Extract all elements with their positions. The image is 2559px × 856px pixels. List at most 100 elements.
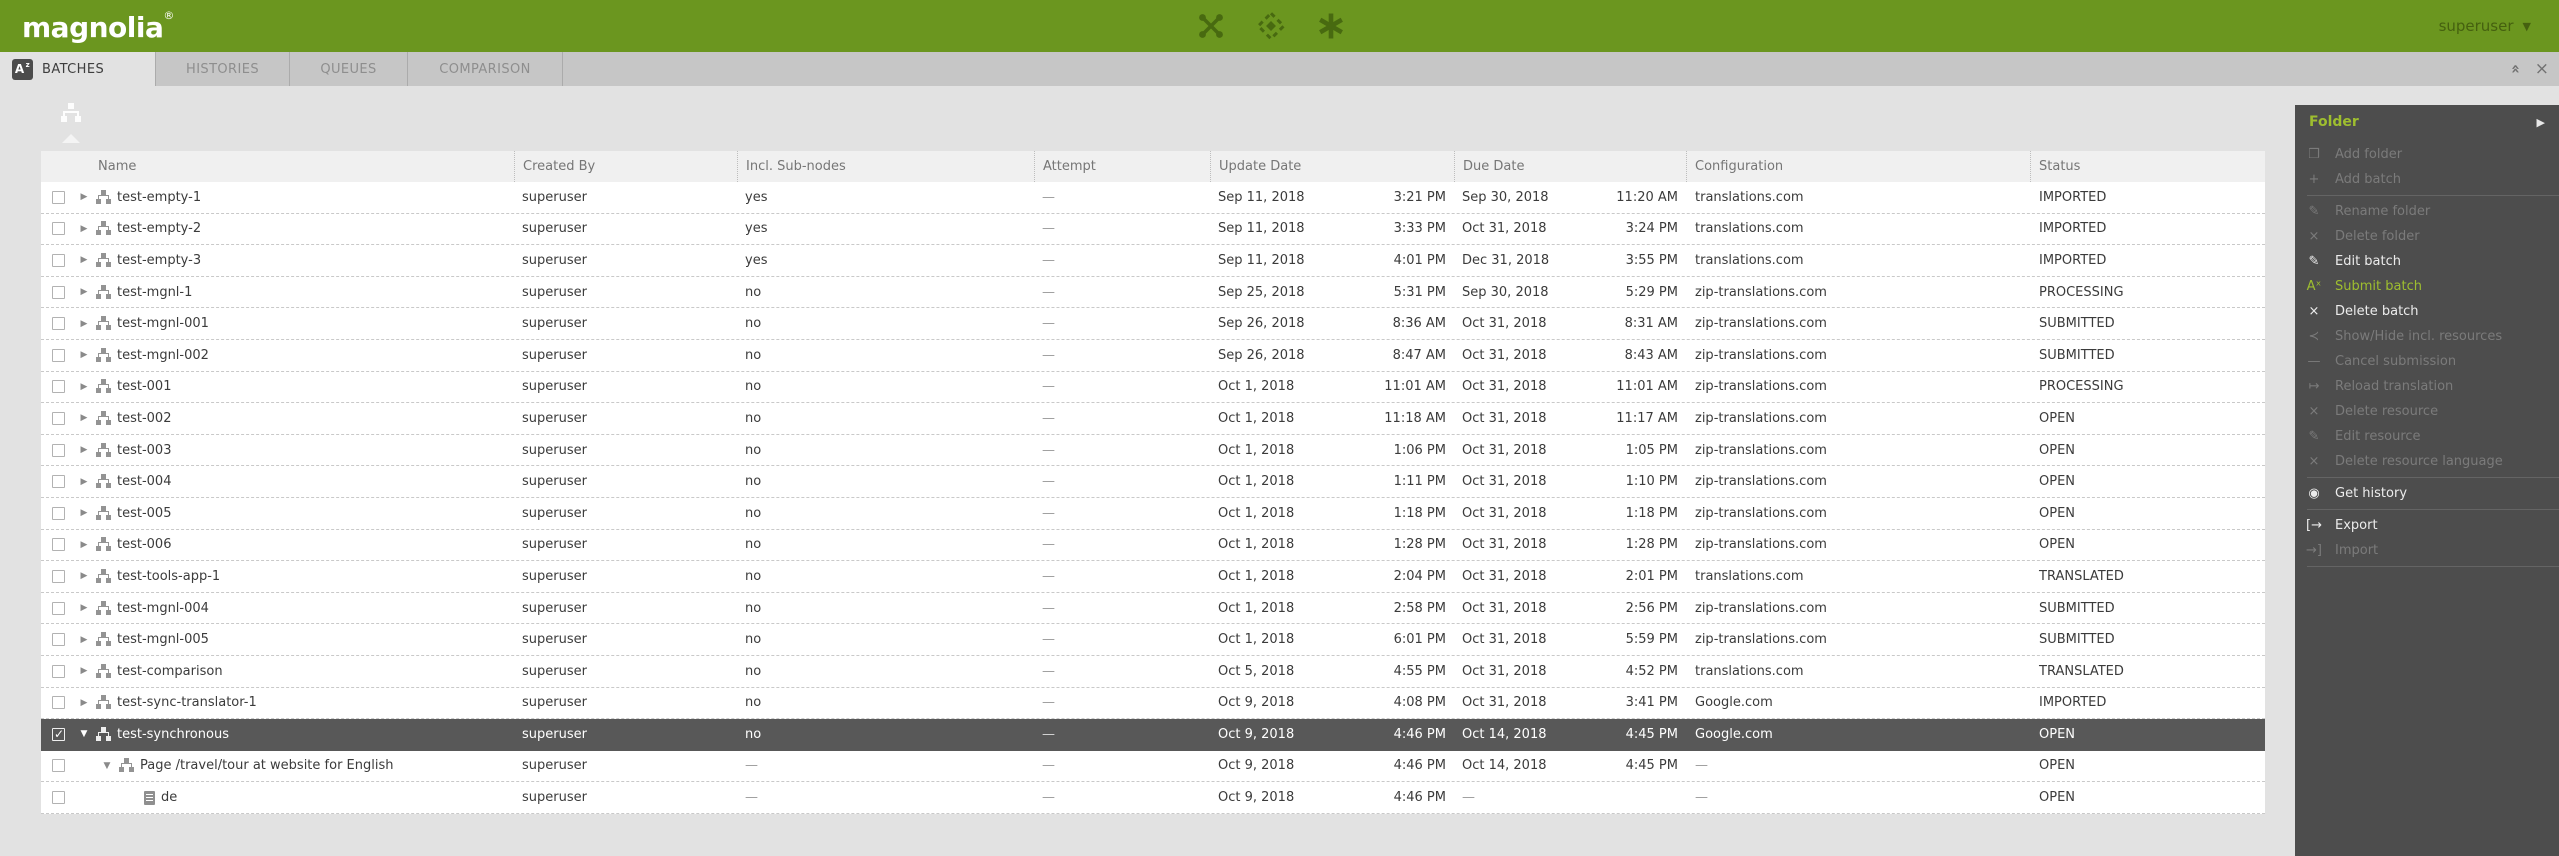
row-checkbox[interactable] — [52, 507, 65, 520]
expand-arrow-icon[interactable]: ▶ — [77, 255, 91, 265]
batch-tree-icon — [96, 221, 111, 236]
expand-arrow-icon[interactable]: ▶ — [77, 477, 91, 487]
row-checkbox[interactable] — [52, 728, 65, 741]
table-row[interactable]: ▶ test-sync-translator-1 superuser no — … — [41, 688, 2265, 720]
expand-arrow-icon[interactable]: ▶ — [77, 540, 91, 550]
expand-arrow-icon[interactable]: ▶ — [77, 192, 91, 202]
row-checkbox[interactable] — [52, 349, 65, 362]
expand-arrow-icon[interactable]: ▶ — [77, 319, 91, 329]
table-row[interactable]: ▼ test-synchronous superuser no — Oct 9,… — [41, 719, 2265, 751]
close-app-icon[interactable]: × — [2535, 59, 2549, 79]
update-date-cell: Oct 1, 20181:11 PM — [1210, 466, 1454, 497]
connector-icon[interactable] — [1196, 11, 1226, 41]
action-export[interactable]: [→ Export — [2295, 513, 2559, 538]
table-row[interactable]: ▼ Page /travel/tour at website for Engli… — [41, 751, 2265, 783]
row-checkbox[interactable] — [52, 444, 65, 457]
row-checkbox[interactable] — [52, 380, 65, 393]
row-checkbox[interactable] — [52, 791, 65, 804]
row-checkbox[interactable] — [52, 665, 65, 678]
expand-arrow-icon[interactable]: ▶ — [77, 603, 91, 613]
attempt-cell: — — [1034, 498, 1210, 529]
due-date-cell: Oct 31, 20188:31 AM — [1454, 308, 1686, 339]
column-header-configuration[interactable]: Configuration — [1686, 151, 2030, 182]
expand-arrow-icon[interactable]: ▶ — [77, 287, 91, 297]
expand-arrow-icon[interactable]: ▶ — [77, 224, 91, 234]
sub-nodes-cell: — — [737, 751, 1034, 782]
row-checkbox[interactable] — [52, 538, 65, 551]
table-row[interactable]: ▶ test-006 superuser no — Oct 1, 20181:2… — [41, 530, 2265, 562]
row-checkbox[interactable] — [52, 286, 65, 299]
expand-arrow-icon[interactable]: ▶ — [77, 445, 91, 455]
row-checkbox[interactable] — [52, 602, 65, 615]
table-row[interactable]: ▶ test-tools-app-1 superuser no — Oct 1,… — [41, 561, 2265, 593]
asterisk-icon[interactable] — [1316, 11, 1346, 41]
table-row[interactable]: ▶ test-001 superuser no — Oct 1, 201811:… — [41, 372, 2265, 404]
row-checkbox[interactable] — [52, 696, 65, 709]
table-row[interactable]: ▶ test-empty-3 superuser yes — Sep 11, 2… — [41, 245, 2265, 277]
status-cell: SUBMITTED — [2030, 593, 2265, 624]
expand-arrow-icon[interactable]: ▶ — [77, 698, 91, 708]
status-cell: OPEN — [2030, 403, 2265, 434]
tab-queues[interactable]: QUEUES — [290, 52, 408, 86]
table-row[interactable]: ▶ test-mgnl-004 superuser no — Oct 1, 20… — [41, 593, 2265, 625]
table-row[interactable]: de superuser — — Oct 9, 20184:46 PM — — … — [41, 782, 2265, 814]
column-header-due-date[interactable]: Due Date — [1454, 151, 1686, 182]
table-row[interactable]: ▶ test-mgnl-005 superuser no — Oct 1, 20… — [41, 624, 2265, 656]
sub-nodes-cell: no — [737, 403, 1034, 434]
column-header-created-by[interactable]: Created By — [514, 151, 737, 182]
row-checkbox[interactable] — [52, 254, 65, 267]
expand-arrow-icon[interactable]: ▶ — [77, 666, 91, 676]
diamond-pattern-icon[interactable] — [1256, 11, 1286, 41]
action-submit-batch[interactable]: Aˣ Submit batch — [2295, 274, 2559, 299]
action-get-history[interactable]: ◉ Get history — [2295, 481, 2559, 506]
expand-arrow-icon[interactable]: ▶ — [77, 571, 91, 581]
pencil-icon: ✎ — [2301, 204, 2327, 219]
table-row[interactable]: ▶ test-002 superuser no — Oct 1, 201811:… — [41, 403, 2265, 435]
column-header-update-date[interactable]: Update Date — [1210, 151, 1454, 182]
table-row[interactable]: ▶ test-003 superuser no — Oct 1, 20181:0… — [41, 435, 2265, 467]
user-menu[interactable]: superuser ▼ — [2439, 0, 2531, 52]
due-date-cell: Oct 31, 20183:41 PM — [1454, 688, 1686, 719]
action-delete-batch[interactable]: × Delete batch — [2295, 299, 2559, 324]
table-row[interactable]: ▶ test-004 superuser no — Oct 1, 20181:1… — [41, 466, 2265, 498]
row-checkbox[interactable] — [52, 759, 65, 772]
expand-arrow-icon[interactable]: ▶ — [77, 413, 91, 423]
row-checkbox[interactable] — [52, 633, 65, 646]
tab-histories[interactable]: HISTORIES — [155, 52, 290, 86]
row-checkbox[interactable] — [52, 570, 65, 583]
expand-arrow-icon[interactable]: ▶ — [77, 508, 91, 518]
action-edit-batch[interactable]: ✎ Edit batch — [2295, 249, 2559, 274]
column-header-status[interactable]: Status — [2030, 151, 2265, 182]
expand-arrow-icon[interactable]: ▶ — [77, 382, 91, 392]
table-row[interactable]: ▶ test-comparison superuser no — Oct 5, … — [41, 656, 2265, 688]
row-checkbox[interactable] — [52, 317, 65, 330]
row-checkbox[interactable] — [52, 412, 65, 425]
table-row[interactable]: ▶ test-005 superuser no — Oct 1, 20181:1… — [41, 498, 2265, 530]
table-row[interactable]: ▶ test-empty-2 superuser yes — Sep 11, 2… — [41, 214, 2265, 246]
expand-arrow-icon[interactable]: ▶ — [77, 350, 91, 360]
batch-tree-icon — [96, 601, 111, 616]
table-row[interactable]: ▶ test-empty-1 superuser yes — Sep 11, 2… — [41, 182, 2265, 214]
batch-tree-icon — [96, 695, 111, 710]
expand-arrow-icon[interactable]: ▼ — [77, 729, 91, 739]
table-row[interactable]: ▶ test-mgnl-001 superuser no — Sep 26, 2… — [41, 308, 2265, 340]
update-date-cell: Sep 25, 20185:31 PM — [1210, 277, 1454, 308]
column-header-sub-nodes[interactable]: Incl. Sub-nodes — [737, 151, 1034, 182]
tab-comparison[interactable]: COMPARISON — [408, 52, 563, 86]
row-checkbox[interactable] — [52, 191, 65, 204]
table-row[interactable]: ▶ test-mgnl-002 superuser no — Sep 26, 2… — [41, 340, 2265, 372]
collapse-shell-icon[interactable]: « — [2507, 64, 2525, 74]
action-label: Show/Hide incl. resources — [2335, 329, 2502, 344]
column-header-attempt[interactable]: Attempt — [1034, 151, 1210, 182]
tree-view-toggle[interactable] — [60, 103, 84, 143]
due-date-cell: Sep 30, 20185:29 PM — [1454, 277, 1686, 308]
expand-arrow-icon[interactable]: ▶ — [77, 635, 91, 645]
tab-batches[interactable]: BATCHES — [0, 52, 155, 86]
row-name: test-mgnl-002 — [117, 348, 209, 363]
expand-arrow-icon[interactable]: ▼ — [100, 761, 114, 771]
column-header-name[interactable]: Name — [41, 151, 514, 182]
actionbar-section-folder[interactable]: Folder ▶ — [2295, 105, 2559, 139]
row-checkbox[interactable] — [52, 222, 65, 235]
table-row[interactable]: ▶ test-mgnl-1 superuser no — Sep 25, 201… — [41, 277, 2265, 309]
row-checkbox[interactable] — [52, 475, 65, 488]
